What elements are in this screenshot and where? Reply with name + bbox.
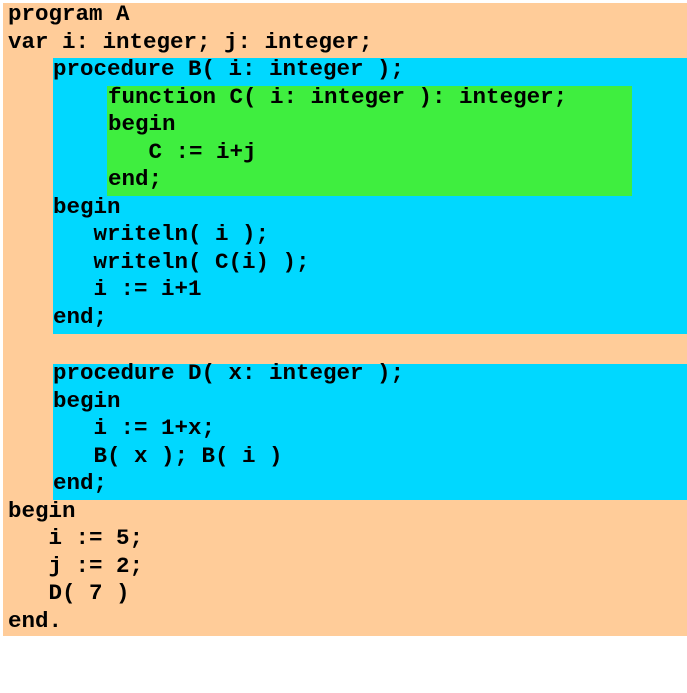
code-line: end; — [108, 166, 163, 192]
code-listing: program A var i: integer; j: integer; pr… — [3, 1, 567, 693]
code-line: i := 5; — [8, 525, 144, 551]
code-line: end; — [53, 303, 108, 330]
code-line: program A — [8, 1, 130, 27]
code-line: i := 1+x; — [53, 415, 216, 441]
code-line: j := 2; — [8, 552, 144, 579]
program-a-scope: program A var i: integer; j: integer; pr… — [3, 1, 687, 636]
code-line: function C( i: integer ): integer; — [108, 83, 568, 110]
code-line: begin — [108, 111, 176, 137]
code-line: begin — [53, 193, 121, 220]
code-line: var i: integer; j: integer; — [8, 28, 373, 55]
code-line: C := i+j — [108, 138, 257, 165]
code-line: i := i+1 — [53, 276, 202, 302]
code-line: end. — [8, 607, 63, 634]
code-line: begin — [53, 387, 121, 414]
code-line: begin — [8, 497, 76, 524]
code-line: procedure D( x: integer ); — [53, 360, 405, 386]
code-line: B( x ); B( i ) — [53, 442, 283, 469]
code-line: writeln( C(i) ); — [53, 248, 310, 275]
code-line: procedure B( i: integer ); — [53, 56, 405, 82]
code-line: end; — [53, 470, 108, 496]
code-line: D( 7 ) — [8, 580, 130, 606]
code-line: writeln( i ); — [53, 221, 270, 247]
